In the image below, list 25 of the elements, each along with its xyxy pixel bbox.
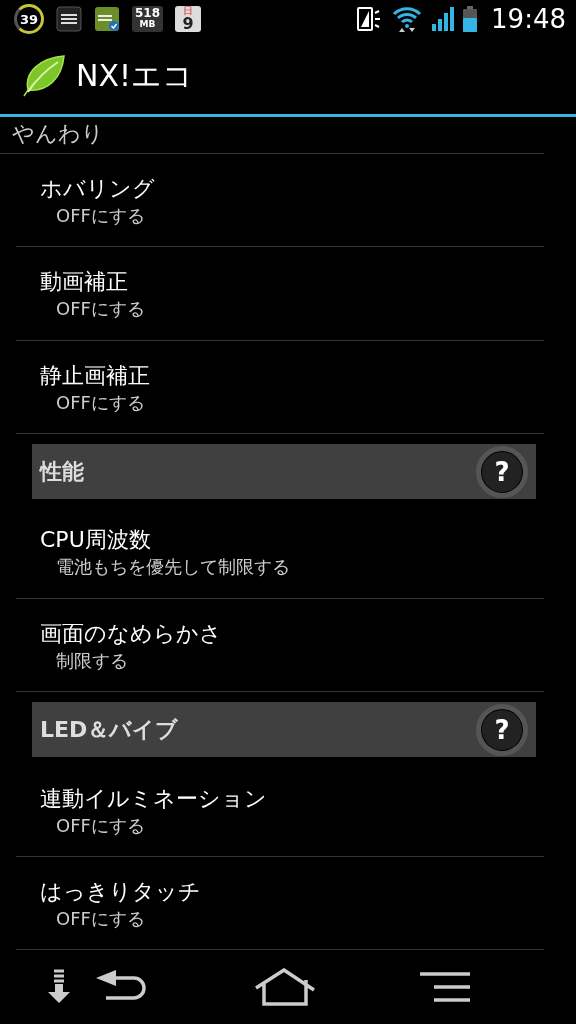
calendar-badge: 日 9 bbox=[175, 6, 202, 32]
home-icon[interactable] bbox=[254, 968, 316, 1006]
setting-item[interactable]: 静止画補正 OFFにする bbox=[16, 340, 544, 434]
setting-item[interactable]: 画面のなめらかさ 制限する bbox=[16, 598, 544, 692]
category-label: やんわり bbox=[0, 117, 544, 154]
app-logo-check-icon bbox=[94, 6, 120, 32]
section-title: 性能 bbox=[40, 457, 84, 486]
help-button[interactable]: ? bbox=[476, 703, 528, 756]
setting-item[interactable]: CPU周波数 電池もちを優先して制限する bbox=[16, 505, 544, 599]
app-title: NX!エコ bbox=[76, 56, 194, 95]
setting-item[interactable]: 動画補正 OFFにする bbox=[16, 247, 544, 341]
memory-badge: 518 MB bbox=[132, 6, 164, 32]
wifi-icon bbox=[391, 5, 424, 33]
section-title: LED＆バイブ bbox=[40, 715, 179, 744]
setting-item[interactable]: はっきりタッチ OFFにする bbox=[16, 856, 544, 950]
setting-item[interactable]: ホバリング OFFにする bbox=[16, 154, 544, 248]
download-arrow-icon[interactable] bbox=[46, 969, 72, 1005]
signal-icon bbox=[431, 6, 456, 32]
battery-icon bbox=[463, 6, 478, 32]
help-button[interactable]: ? bbox=[476, 445, 528, 498]
battery-level-icon: 39 bbox=[14, 4, 44, 34]
setting-item[interactable]: 連動イルミネーション OFFにする bbox=[16, 763, 544, 857]
clock-text: 19:48 bbox=[491, 4, 566, 34]
menu-icon[interactable] bbox=[418, 971, 472, 1003]
app-logo-icon bbox=[56, 6, 82, 32]
